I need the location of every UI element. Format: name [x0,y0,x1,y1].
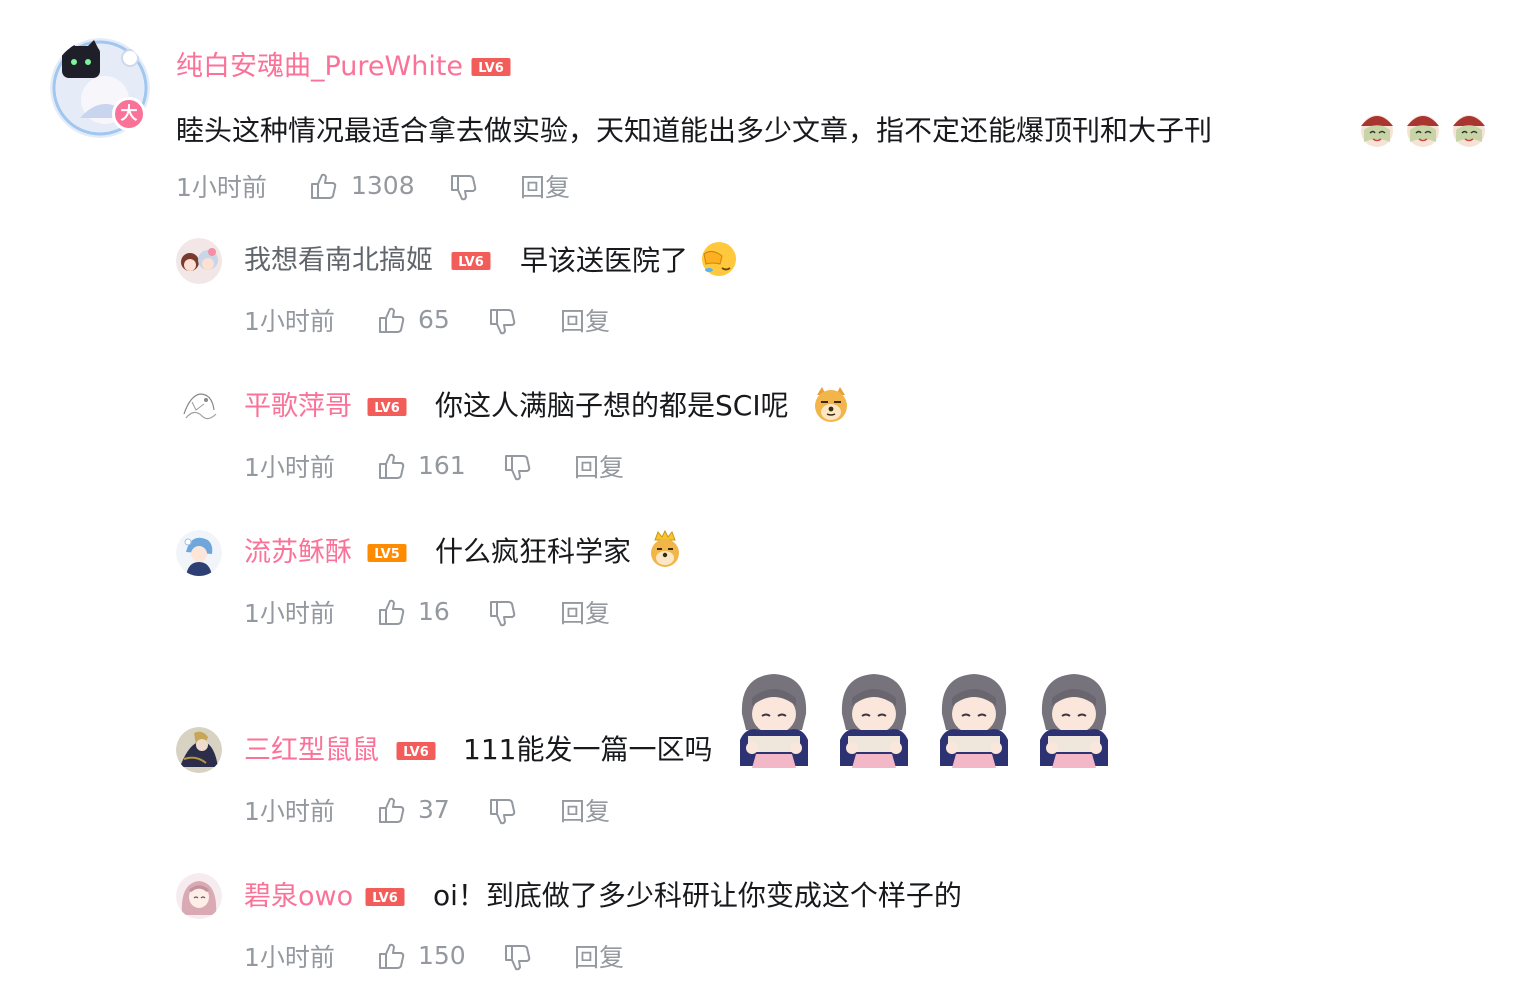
reply-username[interactable]: 我想看南北搞姬 [244,243,433,279]
svg-text:LV6: LV6 [374,401,400,416]
like-count: 37 [418,795,450,824]
thumbs-up-icon[interactable] [377,305,407,335]
thumbs-up-icon[interactable] [377,795,407,825]
main-comment-text: 睦头这种情况最适合拿去做实验，天知道能出多少文章，指不定还能爆顶刊和大子刊 [176,114,1213,147]
like-count: 1308 [351,171,415,200]
hugging-knees-girl-sticker [1036,670,1112,768]
reply-avatar[interactable] [176,530,222,576]
level-badge-icon: LV6 [365,887,405,907]
reply-text: 早该送医院了 [520,244,689,277]
thumbs-down-icon[interactable] [488,599,518,629]
main-comment-username[interactable]: 纯白安魂曲_PureWhite [176,49,463,85]
reply-time: 1小时前 [244,453,335,482]
thumbs-down-icon[interactable] [503,453,533,483]
like-count: 65 [418,305,450,334]
reply-avatar[interactable] [176,727,222,773]
reply-username[interactable]: 碧泉owo [244,879,353,915]
reply-button[interactable]: 回复 [560,306,610,338]
svg-text:LV6: LV6 [372,891,398,906]
reply-text: 什么疯狂科学家 [435,535,632,568]
reply-text: 111能发一篇一区吗 [463,733,713,766]
reply-avatar[interactable] [176,384,222,430]
facepalm-emoji [700,240,738,278]
thumbs-down-icon[interactable] [449,173,479,203]
svg-text:LV6: LV6 [403,745,429,760]
reply-button[interactable]: 回复 [574,942,624,974]
reply-button[interactable]: 回复 [560,598,610,630]
reply-time: 1小时前 [244,797,335,826]
reply-username[interactable]: 流苏稣酥 [244,535,352,571]
thumbs-down-icon[interactable] [488,307,518,337]
level-badge-icon: LV6 [367,397,407,417]
crowned-doge-emoji [646,530,684,568]
level-badge-icon: LV6 [396,741,436,761]
thumbs-up-icon[interactable] [309,171,339,201]
reply-time: 1小时前 [244,307,335,336]
reply-username[interactable]: 平歌萍哥 [244,389,352,425]
reply-time: 1小时前 [244,943,335,972]
like-count: 150 [418,941,466,970]
vip-badge: 大 [112,97,146,131]
hugging-knees-girl-sticker [936,670,1012,768]
reply-text: 你这人满脑子想的都是SCI呢 [435,389,789,422]
hugging-knees-girl-sticker [836,670,912,768]
thumbs-down-icon[interactable] [488,797,518,827]
smile-girl-emoji [1450,110,1488,148]
svg-text:LV5: LV5 [374,547,400,562]
reply-button[interactable]: 回复 [520,172,570,204]
reply-button[interactable]: 回复 [574,452,624,484]
smile-girl-emoji [1358,110,1396,148]
reply-button[interactable]: 回复 [560,796,610,828]
hugging-knees-girl-sticker [736,670,812,768]
comment-time: 1小时前 [176,173,267,202]
smile-girl-emoji [1404,110,1442,148]
reply-avatar[interactable] [176,238,222,284]
reply-avatar[interactable] [176,873,222,919]
reply-username[interactable]: 三红型鼠鼠 [244,733,379,769]
svg-text:LV6: LV6 [478,61,504,76]
like-count: 161 [418,451,466,480]
reply-time: 1小时前 [244,599,335,628]
level-badge-icon: LV6 [471,57,511,77]
like-count: 16 [418,597,450,626]
level-badge-icon: LV5 [367,543,407,563]
thumbs-up-icon[interactable] [377,597,407,627]
thumbs-up-icon[interactable] [377,941,407,971]
doge-emoji [812,385,850,423]
reply-text: oi！到底做了多少科研让你变成这个样子的 [433,879,962,912]
thumbs-down-icon[interactable] [503,943,533,973]
svg-text:LV6: LV6 [458,255,484,270]
thumbs-up-icon[interactable] [377,451,407,481]
level-badge-icon: LV6 [451,251,491,271]
